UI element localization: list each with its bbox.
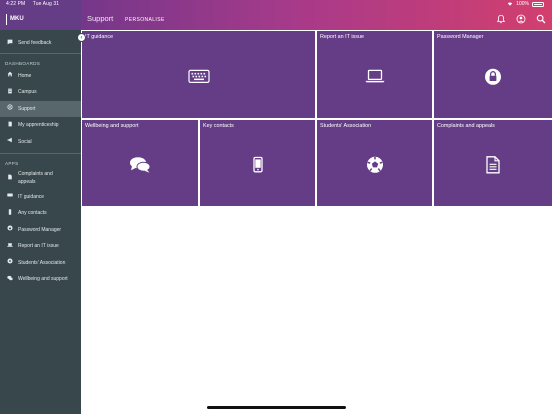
sidebar-item-wellbeing-and-support[interactable]: Wellbeing and support [0, 271, 81, 288]
sidebar-item-label: Wellbeing and support [18, 276, 68, 283]
sidebar-item-report-it-issue[interactable]: Report an IT issue [0, 238, 81, 255]
tile-label: Report an IT issue [320, 34, 364, 40]
tile-students-association[interactable]: Students' Association [317, 120, 432, 206]
lock-icon [485, 68, 501, 85]
home-icon [6, 71, 14, 80]
football-icon [366, 156, 383, 173]
page-title: Support [87, 14, 114, 23]
tile-label: Key contacts [203, 123, 234, 129]
wifi-icon [507, 2, 513, 6]
sidebar-item-label: Social [18, 138, 32, 145]
chat-bubble-icon [6, 39, 14, 48]
sidebar-item-it-guidance[interactable]: IT guidance [0, 189, 81, 206]
tile-report-it-issue[interactable]: Report an IT issue [317, 31, 432, 118]
sidebar-item-label: Home [18, 72, 32, 79]
status-date: Tue Aug 31 [32, 1, 60, 7]
sidebar-item-label: Any contacts [18, 210, 47, 217]
status-bar: 4:22 PM Tue Aug 31 100% [0, 0, 552, 9]
document-icon [6, 174, 14, 183]
chat-bubbles-icon [130, 157, 151, 173]
building-icon [6, 88, 14, 97]
tile-label: Complaints and appeals [437, 123, 495, 129]
sidebar-item-any-contacts[interactable]: Any contacts [0, 205, 81, 222]
book-icon [6, 121, 14, 130]
sidebar-item-label: Report an IT issue [18, 243, 59, 250]
send-feedback-label: Send feedback [18, 40, 52, 46]
profile-icon[interactable] [516, 14, 526, 24]
laptop-icon [365, 69, 384, 82]
app-logo: MKU [6, 14, 24, 25]
lock-icon [6, 225, 14, 234]
dashboards-heading: DASHBOARDS [5, 60, 41, 66]
football-icon [6, 258, 14, 267]
send-feedback-button[interactable]: Send feedback [0, 36, 81, 50]
sidebar-item-password-manager[interactable]: Password Manager [0, 222, 81, 239]
sidebar-item-label: IT guidance [18, 193, 45, 200]
sidebar-item-home[interactable]: Home [0, 68, 81, 85]
status-time: 4:22 PM [6, 1, 26, 7]
tile-complaints-and-appeals[interactable]: Complaints and appeals [434, 120, 552, 206]
dashboards-list: Home Campus Support My apprenticeship So… [0, 68, 81, 151]
laptop-icon [6, 242, 14, 251]
tile-label: Wellbeing and support [85, 123, 139, 129]
tile-password-manager[interactable]: Password Manager [434, 31, 552, 118]
sidebar-item-complaints-and-appeals[interactable]: Complaints and appeals [0, 168, 81, 189]
tile-key-contacts[interactable]: Key contacts [200, 120, 315, 206]
phone-icon [252, 156, 263, 173]
battery-icon [532, 1, 544, 7]
home-indicator[interactable] [207, 406, 346, 409]
tile-label: Password Manager [437, 34, 484, 40]
keyboard-icon [187, 69, 210, 83]
sidebar-item-label: Students' Association [18, 259, 66, 266]
sidebar-item-campus[interactable]: Campus [0, 84, 81, 101]
tile-wellbeing-and-support[interactable]: Wellbeing and support [82, 120, 198, 206]
sidebar-item-label: Complaints and appeals [18, 171, 53, 186]
sidebar-divider [0, 53, 81, 54]
tile-label: IT guidance [85, 34, 114, 40]
bell-icon[interactable] [496, 14, 506, 24]
sidebar-item-label: Password Manager [18, 226, 62, 233]
sidebar-item-students-association[interactable]: Students' Association [0, 255, 81, 272]
sidebar-item-social[interactable]: Social [0, 134, 81, 151]
tile-it-guidance[interactable]: IT guidance [82, 31, 315, 118]
chat-bubbles-icon [6, 275, 14, 284]
document-icon [486, 156, 500, 174]
sidebar-item-my-apprenticeship[interactable]: My apprenticeship [0, 117, 81, 134]
battery-percent: 100% [516, 1, 529, 7]
megaphone-icon [6, 137, 14, 146]
phone-icon [6, 209, 14, 218]
sidebar-item-label: My apprenticeship [18, 122, 59, 129]
sidebar-item-label: Campus [18, 89, 37, 96]
sidebar: MKU Send feedback DASHBOARDS Home Campus… [0, 0, 81, 414]
sidebar-divider [0, 153, 81, 154]
sidebar-item-support[interactable]: Support [0, 100, 81, 118]
apps-heading: APPS [5, 160, 19, 166]
personalise-button[interactable]: PERSONALISE [125, 17, 165, 23]
lifebuoy-icon [6, 104, 14, 113]
search-icon[interactable] [536, 14, 546, 24]
sidebar-item-label: Support [18, 105, 36, 112]
collapse-sidebar-button[interactable]: ‹ [77, 33, 86, 42]
tile-label: Students' Association [320, 123, 372, 129]
keyboard-icon [6, 192, 14, 201]
apps-list: Complaints and appeals IT guidance Any c… [0, 168, 81, 288]
